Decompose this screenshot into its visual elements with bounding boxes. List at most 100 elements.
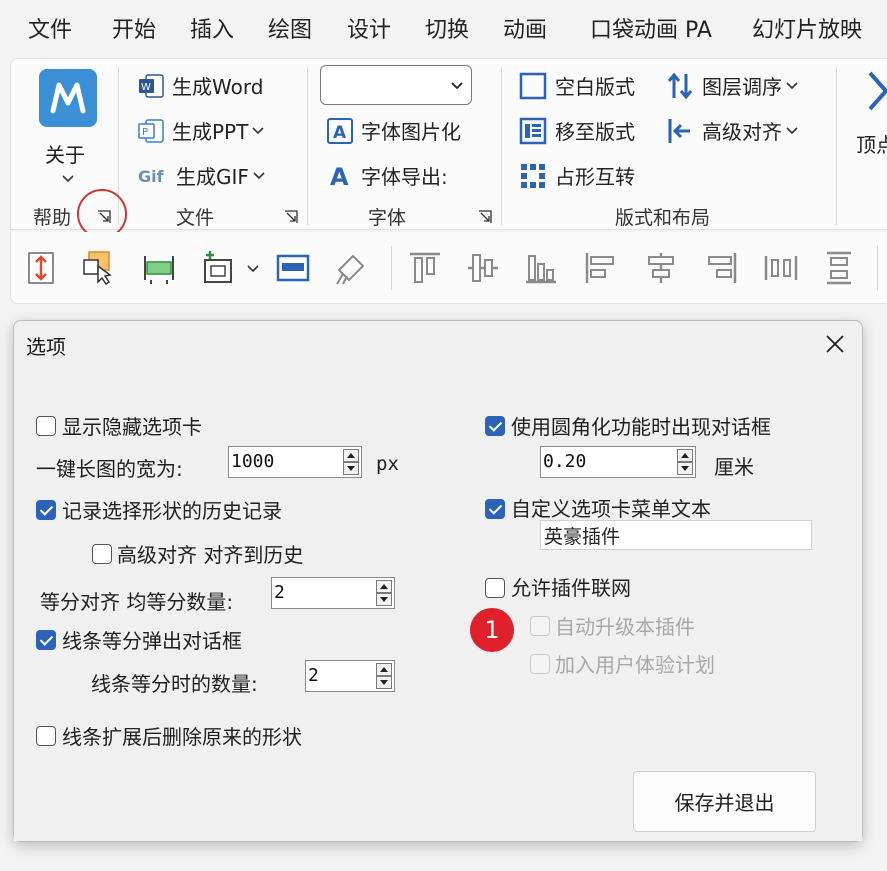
align-right-icon[interactable] (703, 250, 739, 286)
svg-text:Gif: Gif (138, 167, 165, 186)
long-image-width-unit: px (376, 453, 399, 475)
line-equal-count-label: 线条等分时的数量: (91, 672, 258, 696)
distribute-vertical-icon[interactable] (821, 250, 857, 286)
spin-up-icon[interactable] (677, 449, 693, 462)
spin-up-icon[interactable] (376, 663, 392, 676)
long-image-width-stepper[interactable] (228, 446, 362, 478)
allow-network-checkbox[interactable] (485, 578, 505, 598)
chevron-down-icon (252, 126, 264, 134)
tab-animations[interactable]: 动画 (503, 12, 547, 44)
tab-insert[interactable]: 插入 (190, 12, 234, 44)
line-extend-delete-label: 线条扩展后删除原来的形状 (62, 725, 302, 749)
custom-tab-text-field[interactable] (540, 520, 812, 550)
resize-height-icon[interactable] (23, 250, 59, 286)
tab-pocket-animation[interactable]: 口袋动画 PA (590, 12, 712, 44)
advanced-align-button[interactable]: 高级对齐 (666, 116, 798, 145)
round-value-input[interactable] (543, 451, 673, 472)
separator (877, 246, 878, 290)
chevron-down-icon[interactable] (247, 265, 259, 273)
save-and-exit-button[interactable]: 保存并退出 (633, 771, 816, 832)
blank-layout-icon (519, 72, 547, 99)
line-extend-delete-checkbox[interactable] (36, 726, 56, 746)
spin-up-icon[interactable] (343, 449, 359, 462)
tab-file[interactable]: 文件 (28, 12, 72, 44)
about-button[interactable]: 关于 (35, 67, 101, 187)
tab-slideshow[interactable]: 幻灯片放映 (752, 12, 862, 44)
custom-tab-text-label: 自定义选项卡菜单文本 (511, 497, 711, 521)
gen-ppt-button[interactable]: P 生成PPT (138, 116, 264, 145)
spin-down-icon[interactable] (376, 676, 392, 689)
equal-align-count-stepper[interactable] (271, 577, 395, 609)
blank-layout-button[interactable]: 空白版式 (519, 71, 635, 100)
line-equal-count-stepper[interactable] (305, 660, 395, 692)
add-frame-icon[interactable] (201, 250, 237, 286)
font-export-button[interactable]: A 字体导出: (327, 161, 448, 190)
tab-home[interactable]: 开始 (112, 12, 156, 44)
dialog-launcher-icon[interactable] (478, 210, 492, 224)
distribute-icon[interactable] (141, 250, 177, 286)
custom-tab-text-checkbox[interactable] (485, 499, 505, 519)
dialog-launcher-icon[interactable] (284, 210, 298, 224)
line-equal-dialog-label: 线条等分弹出对话框 (62, 629, 242, 653)
separator (836, 67, 837, 225)
line-equal-count-input[interactable] (308, 665, 372, 686)
vertex-icon[interactable] (866, 71, 887, 121)
svg-text:A: A (333, 123, 347, 143)
options-dialog: 选项 显示隐藏选项卡 一键长图的宽为: px 记录选择形状的历史记录 高级对齐 … (13, 320, 863, 842)
group-label-font: 字体 (368, 207, 407, 229)
chevron-down-icon (62, 175, 74, 183)
align-left-icon[interactable] (583, 250, 619, 286)
show-hidden-tab-label: 显示隐藏选项卡 (62, 415, 202, 439)
ribbon: 关于 帮助 W 生成Word P 生成PPT Gif 生成GIF 文件 A 字体… (10, 58, 887, 230)
gen-word-button[interactable]: W 生成Word (138, 71, 263, 100)
auto-upgrade-checkbox (530, 616, 550, 636)
spin-down-icon[interactable] (343, 462, 359, 475)
tab-design[interactable]: 设计 (347, 12, 391, 44)
svg-text:W: W (141, 82, 151, 93)
round-dialog-label: 使用圆角化功能时出现对话框 (511, 415, 771, 439)
equal-align-label: 等分对齐 均等分数量: (40, 590, 234, 614)
font-select[interactable] (320, 65, 472, 105)
spin-down-icon[interactable] (376, 593, 392, 606)
app-logo-icon (39, 69, 97, 127)
equal-align-count-input[interactable] (274, 582, 372, 603)
tab-draw[interactable]: 绘图 (268, 12, 312, 44)
adv-align-history-checkbox[interactable] (92, 544, 112, 564)
font-to-image-button[interactable]: A 字体图片化 (327, 116, 461, 145)
spin-up-icon[interactable] (376, 580, 392, 593)
align-middle-icon[interactable] (465, 250, 501, 286)
align-left-icon (668, 118, 690, 143)
format-brush-icon[interactable] (333, 250, 369, 286)
record-history-checkbox[interactable] (36, 500, 56, 520)
gen-gif-button[interactable]: Gif 生成GIF (138, 161, 265, 190)
select-shape-icon[interactable] (81, 250, 117, 286)
tab-transitions[interactable]: 切换 (425, 12, 469, 44)
banner-icon[interactable] (275, 250, 311, 286)
move-layout-button[interactable]: 移至版式 (519, 116, 635, 145)
line-equal-dialog-checkbox[interactable] (36, 630, 56, 650)
group-label-layout: 版式和布局 (615, 207, 711, 229)
chevron-down-icon (451, 82, 463, 90)
spin-down-icon[interactable] (677, 462, 693, 475)
align-top-icon[interactable] (407, 250, 443, 286)
long-image-width-input[interactable] (231, 451, 339, 472)
font-image-icon: A (327, 117, 353, 144)
round-value-stepper[interactable] (540, 446, 696, 478)
custom-tab-text-input[interactable] (544, 524, 806, 546)
separator (391, 246, 392, 290)
layer-order-button[interactable]: 图层调序 (666, 71, 798, 100)
round-dialog-checkbox[interactable] (485, 416, 505, 436)
align-center-icon[interactable] (643, 250, 679, 286)
chevron-down-icon (786, 126, 798, 134)
font-export-icon: A (330, 163, 349, 189)
placeholder-swap-button[interactable]: 占形互转 (519, 161, 635, 190)
close-icon[interactable] (824, 333, 846, 355)
align-bottom-icon[interactable] (523, 250, 559, 286)
chevron-down-icon (253, 171, 265, 179)
distribute-horizontal-icon[interactable] (763, 250, 799, 286)
separator (501, 67, 502, 225)
show-hidden-tab-checkbox[interactable] (36, 416, 56, 436)
allow-network-label: 允许插件联网 (511, 576, 631, 600)
long-image-width-label: 一键长图的宽为: (36, 457, 183, 481)
adv-align-history-label: 高级对齐 对齐到历史 (117, 543, 304, 567)
